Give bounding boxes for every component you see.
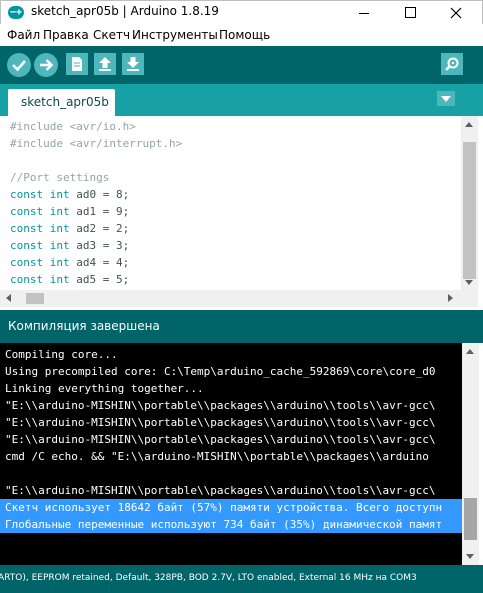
- console-line: cmd /C echo. && "E:\\arduino-MISHIN\\por…: [5, 450, 429, 463]
- window-title: sketch_apr05b | Arduino 1.8.19: [31, 4, 219, 18]
- menu-help[interactable]: Помощь: [219, 28, 270, 42]
- tab-label: sketch_apr05b: [21, 95, 109, 109]
- menu-tools[interactable]: Инструменты: [132, 28, 218, 42]
- console-line: Compiling core...: [5, 348, 118, 361]
- code-line: #include <avr/interrupt.h>: [10, 137, 183, 150]
- tab-sketch[interactable]: sketch_apr05b: [8, 89, 115, 116]
- console-line: "E:\\arduino-MISHIN\\portable\\packages\…: [5, 433, 436, 446]
- console-line: "E:\\arduino-MISHIN\\portable\\packages\…: [5, 484, 436, 497]
- close-icon: [450, 7, 462, 19]
- code-line: const int ad5 = 5;: [10, 273, 130, 286]
- console-line: Linking everything together...: [5, 382, 204, 395]
- console-line: Using precompiled core: C:\Temp\arduino_…: [5, 365, 436, 378]
- editor-vertical-scrollbar[interactable]: [461, 116, 478, 290]
- tab-menu-button[interactable]: [437, 91, 455, 106]
- code-lines[interactable]: #include <avr/io.h> #include <avr/interr…: [10, 118, 455, 290]
- close-button[interactable]: [433, 1, 479, 25]
- upload-icon: [40, 59, 54, 71]
- code-line: const int ad3 = 3;: [10, 239, 130, 252]
- maximize-button[interactable]: [387, 1, 433, 25]
- serial-monitor-button[interactable]: [441, 53, 463, 75]
- verify-button[interactable]: [7, 53, 31, 77]
- code-line: const int ad4 = 4;: [10, 256, 130, 269]
- editor-horizontal-scroll-thumb[interactable]: [26, 293, 44, 304]
- code-line: //Port settings: [10, 171, 110, 184]
- scroll-left-icon[interactable]: [6, 294, 11, 302]
- open-button[interactable]: [94, 53, 116, 75]
- code-editor[interactable]: #include <avr/io.h> #include <avr/interr…: [0, 116, 483, 310]
- save-icon: [127, 57, 139, 71]
- serial-monitor-icon: [445, 57, 459, 71]
- title-bar: − + sketch_apr05b | Arduino 1.8.19: [0, 0, 483, 24]
- scroll-down-icon[interactable]: [466, 554, 474, 559]
- toolbar: [0, 46, 483, 84]
- scrollbar-corner: [461, 290, 478, 307]
- scroll-right-icon[interactable]: [448, 294, 453, 302]
- status-message: Компиляция завершена: [8, 319, 160, 333]
- tab-strip: sketch_apr05b: [0, 84, 483, 116]
- console-line-selected: Скетч использует 18642 байт (57%) памяти…: [0, 499, 462, 516]
- new-sketch-button[interactable]: [66, 53, 88, 75]
- console-output[interactable]: Compiling core... Using precompiled core…: [0, 343, 462, 565]
- upload-button[interactable]: [34, 53, 58, 77]
- console-line-selected: Глобальные переменные используют 734 бай…: [0, 516, 462, 533]
- code-line: #include <avr/io.h>: [10, 120, 136, 133]
- status-bar: Компиляция завершена: [0, 310, 483, 343]
- scroll-down-icon[interactable]: [465, 280, 473, 285]
- board-info-bar: ARTO), EEPROM retained, Default, 328PB, …: [0, 565, 483, 593]
- console-vertical-scroll-thumb[interactable]: [464, 498, 477, 540]
- save-button[interactable]: [122, 53, 144, 75]
- verify-icon: [12, 60, 26, 72]
- new-icon: [72, 57, 82, 71]
- menu-file[interactable]: Файл: [7, 28, 40, 42]
- editor-vertical-scroll-thumb[interactable]: [463, 142, 476, 279]
- menu-edit[interactable]: Правка: [43, 28, 89, 42]
- scroll-up-icon[interactable]: [465, 122, 473, 127]
- menu-sketch[interactable]: Скетч: [93, 28, 130, 42]
- code-line: const int ad0 = 8;: [10, 188, 130, 201]
- minimize-button[interactable]: [341, 1, 387, 25]
- editor-horizontal-scrollbar[interactable]: [0, 290, 478, 307]
- console-panel[interactable]: Compiling core... Using precompiled core…: [0, 343, 483, 565]
- console-line: "E:\\arduino-MISHIN\\portable\\packages\…: [5, 399, 436, 412]
- board-info-text: ARTO), EEPROM retained, Default, 328PB, …: [0, 573, 417, 583]
- console-line: "E:\\arduino-MISHIN\\portable\\packages\…: [5, 416, 436, 429]
- open-icon: [99, 57, 111, 71]
- menu-bar: Файл Правка Скетч Инструменты Помощь: [0, 24, 483, 46]
- code-line: const int ad1 = 9;: [10, 205, 130, 218]
- console-vertical-scrollbar[interactable]: [462, 343, 479, 565]
- code-line: const int ad2 = 2;: [10, 222, 130, 235]
- arduino-logo-icon: − +: [8, 6, 24, 19]
- scroll-up-icon[interactable]: [466, 349, 474, 354]
- tab-menu-icon: [441, 96, 451, 102]
